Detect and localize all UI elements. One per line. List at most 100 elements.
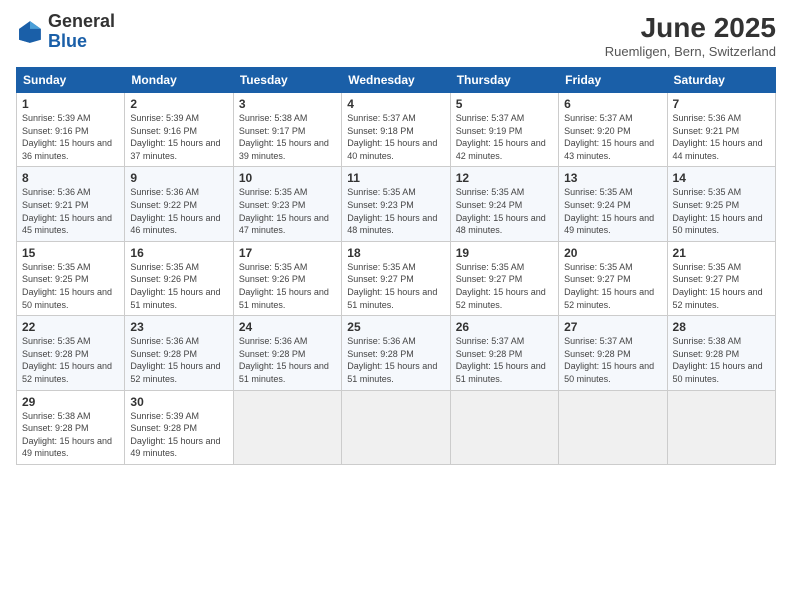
- month-title: June 2025: [605, 12, 776, 44]
- calendar-week-row: 1 Sunrise: 5:39 AMSunset: 9:16 PMDaylight…: [17, 93, 776, 167]
- day-number: 24: [239, 320, 336, 334]
- calendar-week-row: 15 Sunrise: 5:35 AMSunset: 9:25 PMDayligh…: [17, 241, 776, 315]
- calendar-cell: 4 Sunrise: 5:37 AMSunset: 9:18 PMDaylight…: [342, 93, 450, 167]
- day-number: 1: [22, 97, 119, 111]
- calendar-cell: 7 Sunrise: 5:36 AMSunset: 9:21 PMDaylight…: [667, 93, 775, 167]
- day-info: Sunrise: 5:35 AMSunset: 9:27 PMDaylight:…: [673, 262, 763, 310]
- logo: General Blue: [16, 12, 115, 52]
- calendar-cell: 1 Sunrise: 5:39 AMSunset: 9:16 PMDaylight…: [17, 93, 125, 167]
- calendar-cell: 20 Sunrise: 5:35 AMSunset: 9:27 PMDayligh…: [559, 241, 667, 315]
- calendar-cell: 12 Sunrise: 5:35 AMSunset: 9:24 PMDayligh…: [450, 167, 558, 241]
- day-info: Sunrise: 5:35 AMSunset: 9:25 PMDaylight:…: [22, 262, 112, 310]
- calendar-cell: 3 Sunrise: 5:38 AMSunset: 9:17 PMDaylight…: [233, 93, 341, 167]
- day-info: Sunrise: 5:35 AMSunset: 9:26 PMDaylight:…: [239, 262, 329, 310]
- calendar-cell: 22 Sunrise: 5:35 AMSunset: 9:28 PMDayligh…: [17, 316, 125, 390]
- day-info: Sunrise: 5:38 AMSunset: 9:17 PMDaylight:…: [239, 113, 329, 161]
- calendar-cell: 29Sunrise: 5:38 AMSunset: 9:28 PMDayligh…: [17, 390, 125, 464]
- calendar-cell: 8 Sunrise: 5:36 AMSunset: 9:21 PMDaylight…: [17, 167, 125, 241]
- day-number: 7: [673, 97, 770, 111]
- calendar-cell: 21 Sunrise: 5:35 AMSunset: 9:27 PMDayligh…: [667, 241, 775, 315]
- day-number: 18: [347, 246, 444, 260]
- day-info: Sunrise: 5:38 AMSunset: 9:28 PMDaylight:…: [22, 411, 112, 459]
- day-number: 23: [130, 320, 227, 334]
- calendar-cell: 16 Sunrise: 5:35 AMSunset: 9:26 PMDayligh…: [125, 241, 233, 315]
- day-info: Sunrise: 5:39 AMSunset: 9:28 PMDaylight:…: [130, 411, 220, 459]
- day-info: Sunrise: 5:35 AMSunset: 9:25 PMDaylight:…: [673, 187, 763, 235]
- day-info: Sunrise: 5:36 AMSunset: 9:22 PMDaylight:…: [130, 187, 220, 235]
- day-info: Sunrise: 5:35 AMSunset: 9:23 PMDaylight:…: [239, 187, 329, 235]
- calendar-cell: [450, 390, 558, 464]
- day-info: Sunrise: 5:35 AMSunset: 9:27 PMDaylight:…: [456, 262, 546, 310]
- calendar-cell: [342, 390, 450, 464]
- location: Ruemligen, Bern, Switzerland: [605, 44, 776, 59]
- day-info: Sunrise: 5:37 AMSunset: 9:28 PMDaylight:…: [564, 336, 654, 384]
- day-number: 12: [456, 171, 553, 185]
- calendar-week-row: 8 Sunrise: 5:36 AMSunset: 9:21 PMDaylight…: [17, 167, 776, 241]
- header-row: SundayMondayTuesdayWednesdayThursdayFrid…: [17, 68, 776, 93]
- day-info: Sunrise: 5:36 AMSunset: 9:28 PMDaylight:…: [347, 336, 437, 384]
- calendar-cell: 17 Sunrise: 5:35 AMSunset: 9:26 PMDayligh…: [233, 241, 341, 315]
- calendar-cell: [667, 390, 775, 464]
- day-number: 16: [130, 246, 227, 260]
- calendar-cell: 5 Sunrise: 5:37 AMSunset: 9:19 PMDaylight…: [450, 93, 558, 167]
- calendar-week-row: 22 Sunrise: 5:35 AMSunset: 9:28 PMDayligh…: [17, 316, 776, 390]
- day-info: Sunrise: 5:35 AMSunset: 9:28 PMDaylight:…: [22, 336, 112, 384]
- logo-icon: [16, 18, 44, 46]
- day-number: 9: [130, 171, 227, 185]
- day-number: 13: [564, 171, 661, 185]
- day-number: 25: [347, 320, 444, 334]
- day-info: Sunrise: 5:36 AMSunset: 9:28 PMDaylight:…: [130, 336, 220, 384]
- calendar-cell: 25 Sunrise: 5:36 AMSunset: 9:28 PMDayligh…: [342, 316, 450, 390]
- calendar-cell: 14Sunrise: 5:35 AMSunset: 9:25 PMDayligh…: [667, 167, 775, 241]
- day-number: 21: [673, 246, 770, 260]
- day-number: 11: [347, 171, 444, 185]
- day-number: 4: [347, 97, 444, 111]
- logo-text: General Blue: [48, 12, 115, 52]
- day-info: Sunrise: 5:39 AMSunset: 9:16 PMDaylight:…: [22, 113, 112, 161]
- day-info: Sunrise: 5:35 AMSunset: 9:27 PMDaylight:…: [347, 262, 437, 310]
- weekday-header: Monday: [125, 68, 233, 93]
- calendar-cell: 27 Sunrise: 5:37 AMSunset: 9:28 PMDayligh…: [559, 316, 667, 390]
- day-info: Sunrise: 5:37 AMSunset: 9:20 PMDaylight:…: [564, 113, 654, 161]
- day-number: 26: [456, 320, 553, 334]
- day-number: 5: [456, 97, 553, 111]
- day-number: 8: [22, 171, 119, 185]
- weekday-header: Wednesday: [342, 68, 450, 93]
- calendar-cell: 15 Sunrise: 5:35 AMSunset: 9:25 PMDayligh…: [17, 241, 125, 315]
- calendar-cell: 18 Sunrise: 5:35 AMSunset: 9:27 PMDayligh…: [342, 241, 450, 315]
- day-info: Sunrise: 5:36 AMSunset: 9:21 PMDaylight:…: [22, 187, 112, 235]
- day-number: 19: [456, 246, 553, 260]
- day-info: Sunrise: 5:35 AMSunset: 9:27 PMDaylight:…: [564, 262, 654, 310]
- day-info: Sunrise: 5:37 AMSunset: 9:18 PMDaylight:…: [347, 113, 437, 161]
- day-info: Sunrise: 5:35 AMSunset: 9:26 PMDaylight:…: [130, 262, 220, 310]
- calendar-cell: [559, 390, 667, 464]
- day-number: 28: [673, 320, 770, 334]
- weekday-header: Saturday: [667, 68, 775, 93]
- calendar-cell: 30Sunrise: 5:39 AMSunset: 9:28 PMDayligh…: [125, 390, 233, 464]
- day-number: 15: [22, 246, 119, 260]
- day-number: 3: [239, 97, 336, 111]
- calendar-cell: 23 Sunrise: 5:36 AMSunset: 9:28 PMDayligh…: [125, 316, 233, 390]
- day-number: 10: [239, 171, 336, 185]
- calendar-cell: 28Sunrise: 5:38 AMSunset: 9:28 PMDayligh…: [667, 316, 775, 390]
- calendar-page: General Blue June 2025 Ruemligen, Bern, …: [0, 0, 792, 612]
- day-info: Sunrise: 5:35 AMSunset: 9:24 PMDaylight:…: [456, 187, 546, 235]
- day-number: 2: [130, 97, 227, 111]
- day-number: 6: [564, 97, 661, 111]
- day-number: 22: [22, 320, 119, 334]
- weekday-header: Tuesday: [233, 68, 341, 93]
- day-info: Sunrise: 5:35 AMSunset: 9:24 PMDaylight:…: [564, 187, 654, 235]
- day-info: Sunrise: 5:36 AMSunset: 9:21 PMDaylight:…: [673, 113, 763, 161]
- calendar-cell: 13 Sunrise: 5:35 AMSunset: 9:24 PMDayligh…: [559, 167, 667, 241]
- calendar-cell: 19 Sunrise: 5:35 AMSunset: 9:27 PMDayligh…: [450, 241, 558, 315]
- day-number: 20: [564, 246, 661, 260]
- calendar-cell: [233, 390, 341, 464]
- day-info: Sunrise: 5:37 AMSunset: 9:19 PMDaylight:…: [456, 113, 546, 161]
- calendar-cell: 6 Sunrise: 5:37 AMSunset: 9:20 PMDaylight…: [559, 93, 667, 167]
- calendar-week-row: 29Sunrise: 5:38 AMSunset: 9:28 PMDayligh…: [17, 390, 776, 464]
- day-number: 27: [564, 320, 661, 334]
- logo-blue: Blue: [48, 31, 87, 51]
- page-header: General Blue June 2025 Ruemligen, Bern, …: [16, 12, 776, 59]
- calendar-cell: 10 Sunrise: 5:35 AMSunset: 9:23 PMDayligh…: [233, 167, 341, 241]
- day-number: 17: [239, 246, 336, 260]
